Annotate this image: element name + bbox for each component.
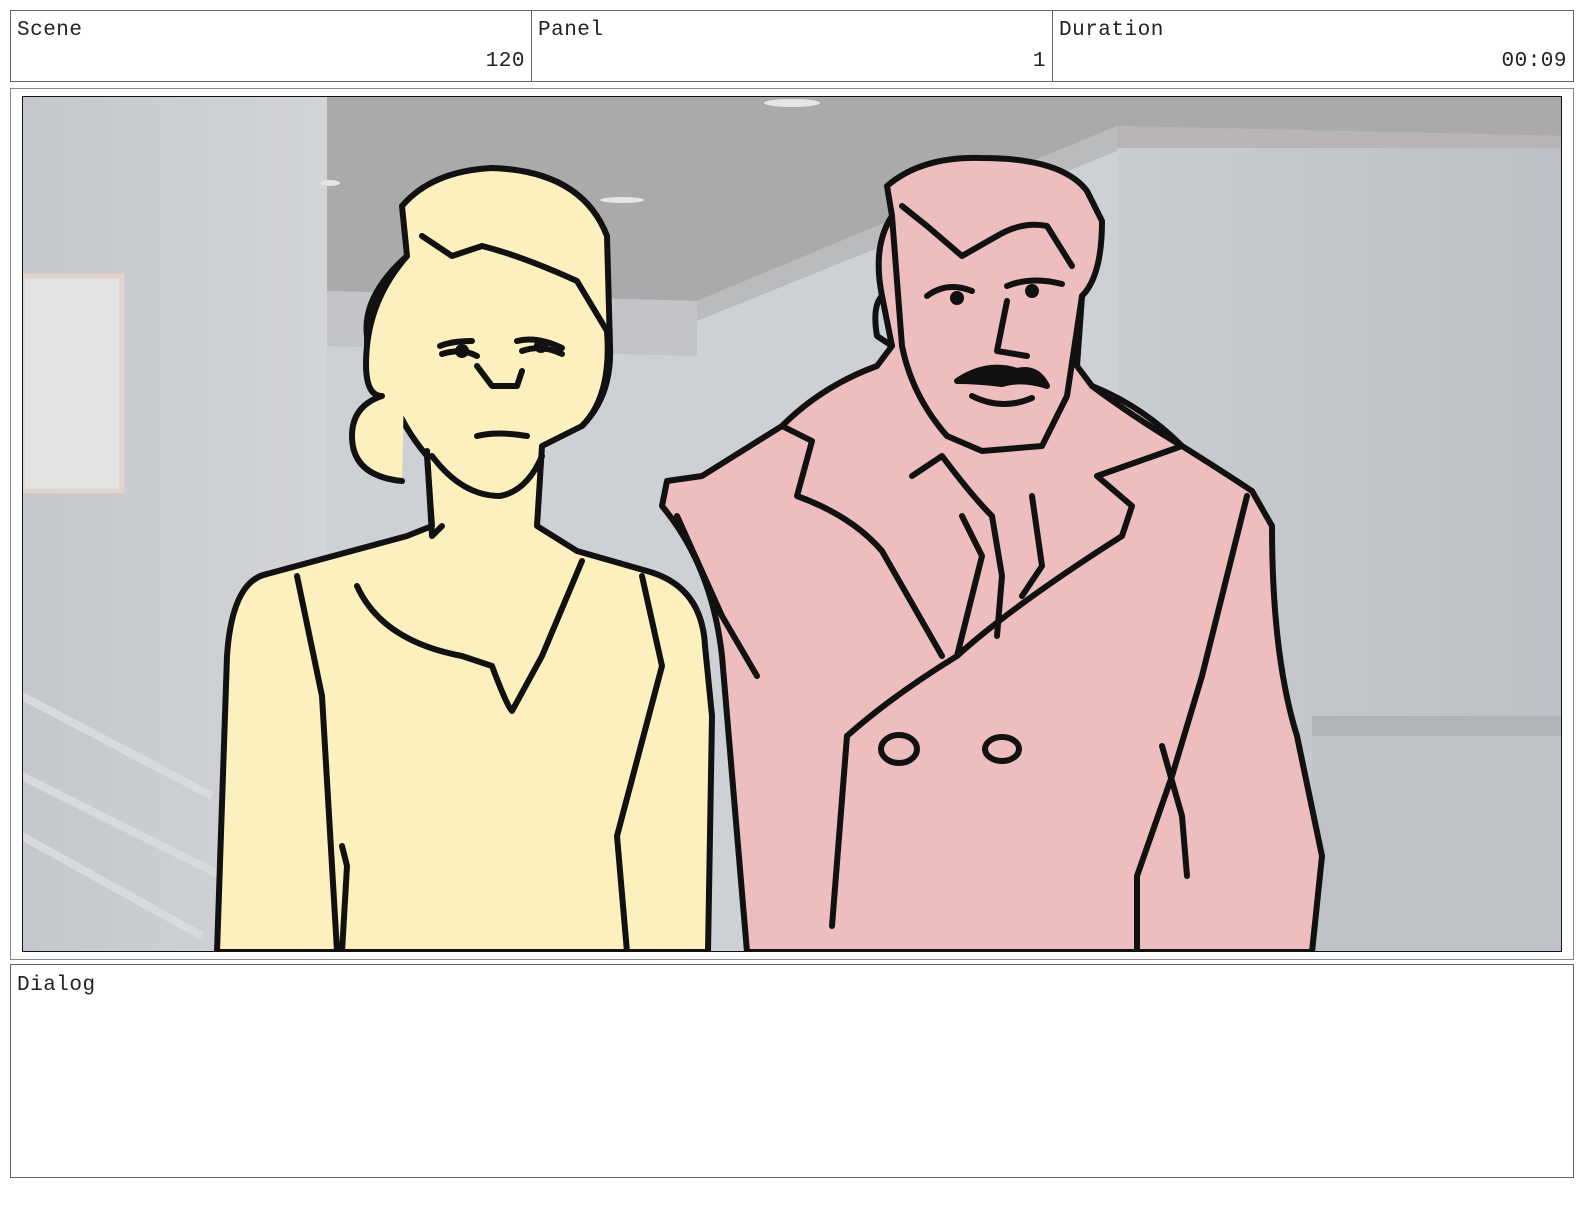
storyboard-panel-frame: [10, 88, 1574, 960]
panel-label: Panel: [538, 19, 604, 42]
storyboard-drawing: [22, 96, 1562, 952]
scene-number: 120: [485, 50, 525, 73]
scene-label: Scene: [17, 19, 83, 42]
duration-cell: Duration 00:09: [1053, 11, 1573, 81]
scene-cell: Scene 120: [11, 11, 532, 81]
panel-number: 1: [1032, 50, 1046, 73]
duration-value: 00:09: [1501, 50, 1567, 73]
dialog-box: Dialog: [10, 964, 1574, 1178]
panel-cell: Panel 1: [532, 11, 1053, 81]
panel-info-header: Scene 120 Panel 1 Duration 00:09: [10, 10, 1574, 82]
duration-label: Duration: [1059, 19, 1164, 42]
dialog-label: Dialog: [17, 974, 96, 997]
